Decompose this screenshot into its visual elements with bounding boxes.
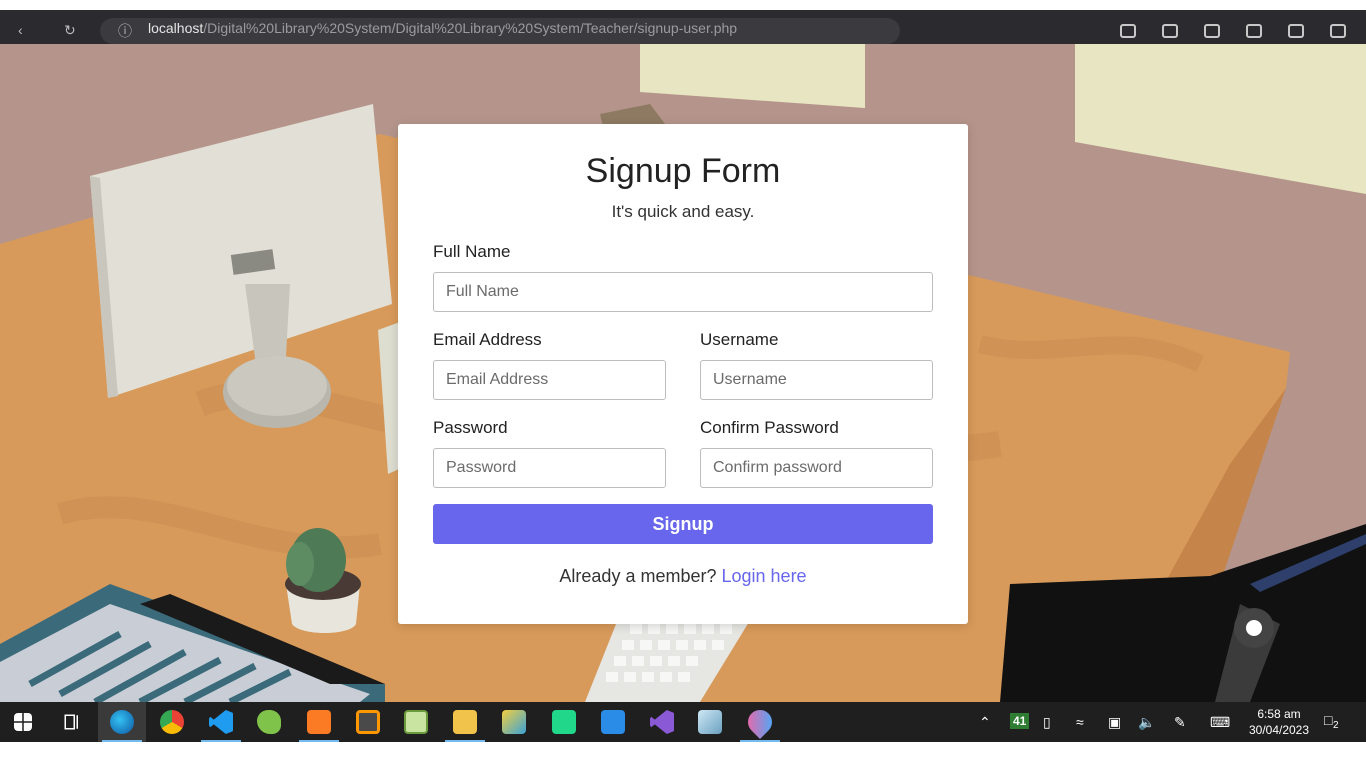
taskbar-app-explorer[interactable] — [441, 702, 489, 742]
login-link[interactable]: Login here — [722, 566, 807, 586]
signup-form-card: Signup Form It's quick and easy. Full Na… — [398, 124, 968, 624]
email-label: Email Address — [433, 330, 542, 349]
full-name-input[interactable] — [433, 272, 933, 312]
windows-start-icon — [14, 713, 32, 731]
chrome-icon — [160, 710, 184, 734]
vscode-icon — [209, 710, 233, 734]
extension-icon[interactable] — [1120, 24, 1136, 38]
browser-toolbar: ‹ ↻ ⓘ localhost/Digital%20Library%20Syst… — [0, 0, 1366, 44]
browser-extension-icons — [1120, 24, 1346, 38]
windows-taskbar: ⌃ 41 ▯ ≈ ▣ 🔈 ✎ ⌨ 6:58 am 30/04/2023 □ 2 — [0, 702, 1366, 742]
favorites-icon[interactable] — [1204, 24, 1220, 38]
tray-badge[interactable]: 41 — [1010, 713, 1030, 729]
address-url: localhost/Digital%20Library%20System/Dig… — [148, 20, 738, 36]
signup-button[interactable]: Signup — [433, 504, 933, 544]
username-input[interactable] — [700, 360, 933, 400]
taskbar-app-notepad[interactable] — [392, 702, 440, 742]
full-name-label: Full Name — [433, 242, 511, 261]
volume-icon[interactable]: 🔈 — [1138, 714, 1155, 731]
wifi-icon[interactable]: ≈ — [1076, 714, 1084, 730]
clock-date: 30/04/2023 — [1248, 723, 1310, 737]
collections-icon[interactable] — [1246, 24, 1262, 38]
taskbar-app-xampp[interactable] — [295, 702, 343, 742]
form-title: Signup Form — [585, 152, 781, 190]
taskbar-app-sublime[interactable] — [344, 702, 392, 742]
screen-bottom-margin — [0, 742, 1366, 768]
edge-icon — [110, 710, 134, 734]
maps-icon — [743, 705, 777, 739]
browser-toolrow: ‹ ↻ ⓘ localhost/Digital%20Library%20Syst… — [0, 10, 1366, 44]
taskbar-app-mail[interactable] — [589, 702, 637, 742]
snipping-tool-icon — [502, 710, 526, 734]
file-explorer-icon — [453, 710, 477, 734]
touch-keyboard-icon[interactable]: ⌨ — [1210, 714, 1230, 731]
mail-box-icon — [601, 710, 625, 734]
notifications-button[interactable]: □ 2 — [1324, 712, 1339, 731]
site-info-icon[interactable]: ⓘ — [118, 21, 132, 41]
taskbar-app-jetbrains[interactable] — [540, 702, 588, 742]
sublime-icon — [356, 710, 380, 734]
task-view-icon — [64, 714, 78, 730]
form-subtitle: It's quick and easy. — [611, 202, 755, 221]
pen-tool-icon — [698, 710, 722, 734]
back-icon[interactable]: ‹ — [18, 22, 23, 38]
xampp-icon — [307, 710, 331, 734]
email-input[interactable] — [433, 360, 666, 400]
jetbrains-icon — [552, 710, 576, 734]
taskbar-app-snipping[interactable] — [490, 702, 538, 742]
taskbar-app-pen-tool[interactable] — [686, 702, 734, 742]
taskbar-app-edge[interactable] — [98, 702, 146, 742]
refresh-icon[interactable]: ↻ — [64, 22, 76, 39]
taskbar-app-chrome[interactable] — [148, 702, 196, 742]
notepad-icon — [404, 710, 428, 734]
task-view-button[interactable] — [48, 702, 96, 742]
show-hidden-icons-chevron-icon[interactable]: ⌃ — [979, 714, 991, 731]
pen-workspace-icon[interactable]: ✎ — [1174, 714, 1186, 731]
profile-icon[interactable] — [1330, 24, 1346, 38]
start-button[interactable] — [0, 702, 48, 742]
taskbar-app-chameleon[interactable] — [245, 702, 293, 742]
username-label: Username — [700, 330, 779, 349]
password-input[interactable] — [433, 448, 666, 488]
confirm-password-input[interactable] — [700, 448, 933, 488]
downloads-icon[interactable] — [1288, 24, 1304, 38]
taskbar-clock[interactable]: 6:58 am 30/04/2023 — [1240, 706, 1318, 738]
address-bar[interactable]: ⓘ localhost/Digital%20Library%20System/D… — [100, 18, 900, 44]
notification-count: 2 — [1333, 720, 1339, 731]
split-screen-icon[interactable] — [1162, 24, 1178, 38]
visual-studio-icon — [650, 710, 674, 734]
login-prompt: Already a member? Login here — [398, 566, 968, 587]
taskbar-app-visual-studio[interactable] — [638, 702, 686, 742]
taskbar-app-vscode[interactable] — [197, 702, 245, 742]
password-label: Password — [433, 418, 508, 437]
battery-icon[interactable]: ▯ — [1043, 714, 1051, 731]
notification-center-icon: □ — [1324, 712, 1333, 728]
taskbar-app-maps[interactable] — [736, 702, 784, 742]
confirm-password-label: Confirm Password — [700, 418, 839, 437]
chameleon-icon — [257, 710, 281, 734]
meet-now-icon[interactable]: ▣ — [1108, 714, 1121, 731]
login-prompt-text: Already a member? — [559, 566, 717, 586]
clock-time: 6:58 am — [1257, 707, 1301, 721]
